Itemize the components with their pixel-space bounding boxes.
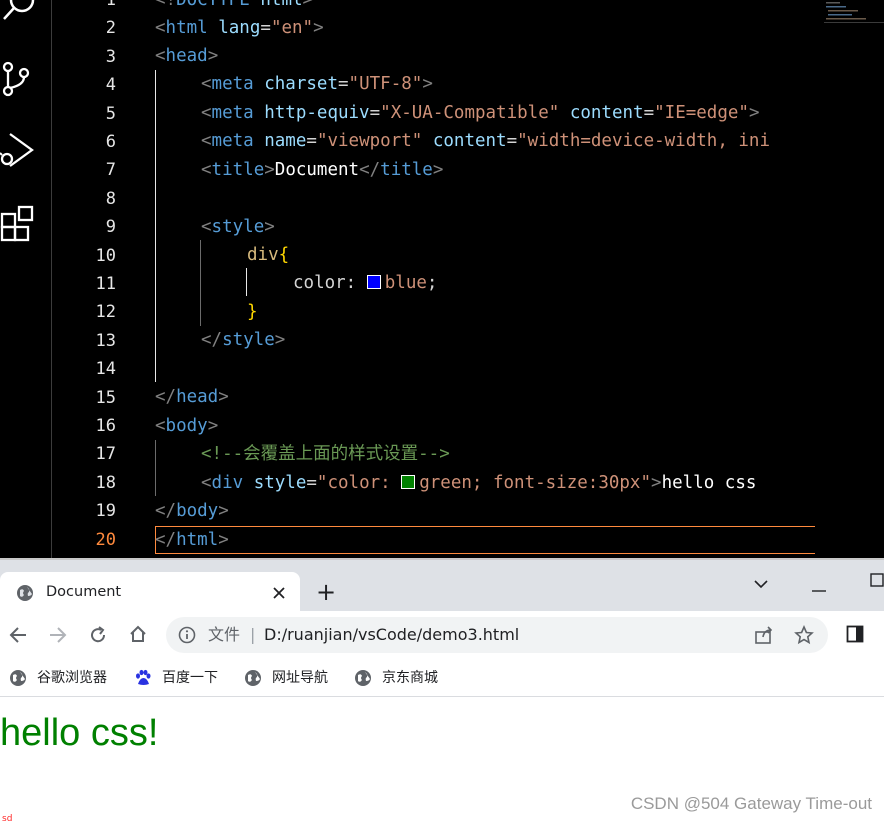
line-number: 3 [105,46,116,67]
reload-icon[interactable] [88,625,108,649]
chevron-down-icon[interactable] [754,574,768,593]
bookmark-item[interactable]: 谷歌浏览器 [37,659,107,697]
code-line: } [247,302,258,322]
tab-strip: Document + [0,558,884,613]
code-area[interactable]: <!DOCTYPE html> <html lang="en"> <head> … [155,0,815,558]
line-number: 1 [105,0,116,10]
tab-title: Document [46,584,122,600]
back-arrow-icon[interactable] [8,625,28,649]
code-line: <!--会覆盖上面的样式设置--> [201,444,450,464]
color-swatch-green[interactable] [401,475,416,489]
minimap[interactable] [824,0,884,30]
code-line: <meta charset="UTF-8"> [201,74,433,94]
tab-document[interactable]: Document [0,572,300,613]
globe-icon [244,669,262,691]
code-line: <div style="color: green; font-size:30px… [201,473,757,493]
line-number: 15 [95,387,116,408]
line-number: 18 [95,472,116,493]
code-line: div{ [247,245,290,265]
address-bar[interactable]: 文件 | D:/ruanjian/vsCode/demo3.html [166,617,828,653]
line-number: 5 [105,103,116,124]
home-icon[interactable] [128,624,148,648]
search-icon[interactable] [0,0,44,26]
code-editor: 1 2 3 4 5 6 7 8 9 10 11 12 13 14 15 16 17 18 19 20 <!DOCTYP… [0,0,884,558]
close-icon[interactable] [272,585,286,604]
code-line: </html> [155,530,229,550]
code-line: color: blue; [293,273,438,293]
code-line: </style> [201,330,286,350]
line-number: 16 [95,416,116,436]
run-debug-icon[interactable] [0,128,44,172]
share-icon[interactable] [754,626,774,648]
color-swatch-blue[interactable] [366,275,381,289]
page-content: hello css! CSDN @504 Gateway Time-out sd [0,698,884,827]
forward-arrow-icon[interactable] [48,625,68,649]
bookmark-item[interactable]: 百度一下 [162,659,218,697]
line-number: 6 [105,132,116,152]
code-line: <html lang="en"> [155,18,324,38]
new-tab-button[interactable]: + [316,580,336,604]
globe-icon [9,669,27,691]
minimize-icon[interactable] [812,578,826,597]
browser-window: Document + 文件 | D:/ruanjian/vsCode/demo3… [0,558,884,827]
line-number: 20 [95,529,116,550]
line-number: 10 [95,245,116,266]
line-number: 7 [105,160,116,181]
extensions-icon[interactable] [0,202,44,246]
line-number-gutter: 1 2 3 4 5 6 7 8 9 10 11 12 13 14 15 16 17 18 19 20 [52,0,120,558]
line-number: 8 [105,188,116,209]
globe-icon [354,669,372,691]
code-line: <title>Document</title> [201,160,444,180]
code-line: <meta http-equiv="X-UA-Compatible" conte… [201,103,760,123]
line-number: 9 [105,217,116,238]
info-icon[interactable] [178,626,196,648]
line-number: 11 [95,274,116,294]
scheme-separator: | [250,625,256,644]
line-number: 17 [95,444,116,465]
line-number: 13 [95,330,116,351]
line-number: 14 [95,359,116,380]
activity-bar [0,0,52,558]
watermark: CSDN @504 Gateway Time-out [630,794,872,813]
code-line: <head> [155,46,219,66]
scheme-label: 文件 [208,625,241,644]
source-control-icon[interactable] [0,57,44,101]
code-line: </head> [155,387,229,407]
paw-icon [134,669,152,691]
maximize-icon[interactable] [870,572,884,591]
bookmarks-bar: 谷歌浏览器 百度一下 网址导航 京东商城 [0,659,884,697]
code-line: <style> [201,217,275,237]
bookmark-item[interactable]: 网址导航 [272,659,328,697]
code-line: <meta name="viewport" content="width=dev… [201,131,771,151]
line-number: 4 [105,75,116,96]
globe-icon [16,584,34,606]
browser-toolbar: 文件 | D:/ruanjian/vsCode/demo3.html [0,611,884,659]
code-line: <body> [155,416,219,436]
star-icon[interactable] [794,624,814,649]
line-number: 12 [95,302,116,323]
side-panel-icon[interactable] [846,625,864,647]
corner-mark: sd [2,814,13,824]
bookmark-item[interactable]: 京东商城 [382,659,438,697]
code-line: </body> [155,501,229,521]
hello-text: hello css! [0,712,159,754]
code-line: <!DOCTYPE html> [155,0,314,10]
line-number: 2 [105,18,116,39]
url-text: D:/ruanjian/vsCode/demo3.html [264,625,520,644]
line-number: 19 [95,501,116,522]
